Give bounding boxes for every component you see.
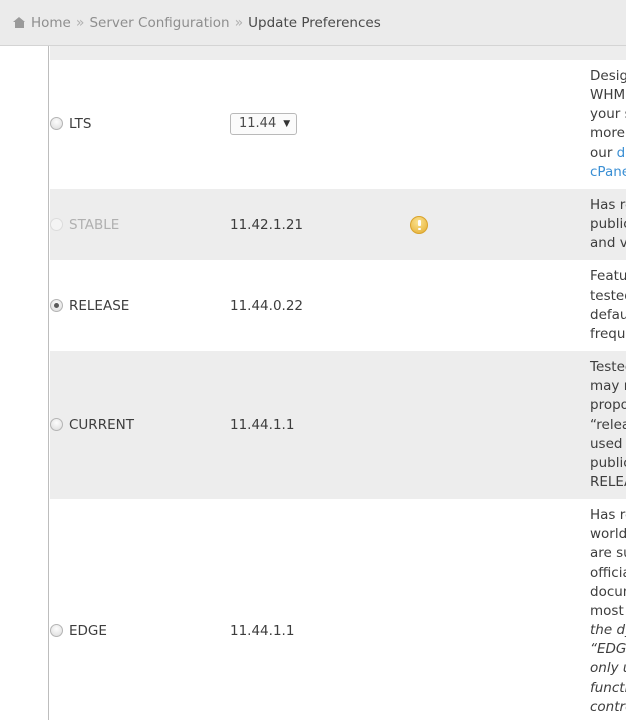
main-content: LTS 11.44 ▼ Designates a cPanel & WHM ver… [50,46,626,720]
chevron-down-icon: ▼ [283,119,291,130]
edge-radio-cell[interactable]: EDGE [50,499,230,720]
stable-warn-cell [410,189,590,260]
edge-desc-line-4: functionality testing in a controlled en… [590,679,626,720]
current-desc-line-3: RELEASE. [590,473,626,490]
breadcrumb-separator: » [75,14,85,31]
release-warn-cell [410,260,590,351]
lts-desc-line-1: Designates a cPanel & WHM version to run… [590,68,626,123]
edge-description: Has received little real-world testing. … [590,499,626,720]
current-desc-line-1: Tested and verified, but may not contain… [590,359,626,414]
release-desc-line-2: frequently than STABLE. [590,325,626,342]
stable-description: Has received considerable public exposur… [590,189,626,260]
table-spacer-row [50,46,626,60]
table-row-edge[interactable]: EDGE 11.44.1.1 Has received little real-… [50,499,626,720]
radio-edge[interactable] [50,623,63,637]
tier-label-lts: LTS [69,116,92,133]
table-row-current[interactable]: CURRENT 11.44.1.1 Tested and verified, b… [50,351,626,500]
breadcrumb-item-update-preferences: Update Preferences [248,14,381,31]
radio-current[interactable] [50,418,63,432]
breadcrumb-item-server-configuration[interactable]: Server Configuration [89,15,229,31]
release-description: Feature-complete and well tested. New in… [590,260,626,351]
lts-version-cell[interactable]: 11.44 ▼ [230,60,410,189]
edge-desc-line-2: official public documentation. Published… [590,564,626,619]
release-desc-line-1: Feature-complete and well tested. New in… [590,268,626,323]
stable-version-value: 11.42.1.21 [230,216,303,233]
current-version-cell: 11.44.1.1 [230,351,410,499]
radio-stable [50,217,63,231]
table-row-release[interactable]: RELEASE 11.44.0.22 Feature-complete and … [50,260,626,352]
tier-label-release: RELEASE [69,297,130,314]
current-radio-cell[interactable]: CURRENT [50,351,230,499]
edge-warn-cell [410,499,590,720]
release-version-value: 11.44.0.22 [230,297,303,314]
breadcrumb-separator: » [234,14,244,31]
radio-lts[interactable] [50,117,63,131]
warning-icon [410,215,428,234]
home-icon [13,17,26,28]
left-rail [0,46,49,720]
edge-desc-line-1: Has received little real-world testing. … [590,507,626,562]
tier-label-edge: EDGE [69,622,107,639]
stable-desc-line-1: Has received considerable public exposur… [590,196,626,252]
radio-release[interactable] [50,298,63,312]
release-radio-cell[interactable]: RELEASE [50,260,230,351]
current-warn-cell [410,351,590,499]
page-body: LTS 11.44 ▼ Designates a cPanel & WHM ver… [0,46,626,720]
current-description: Tested and verified, but may not contain… [590,351,626,499]
stable-radio-cell: STABLE [50,189,230,260]
lts-version-value: 11.44 [239,116,277,132]
breadcrumb-item-home[interactable]: Home [31,15,71,31]
update-tier-table: LTS 11.44 ▼ Designates a cPanel & WHM ver… [50,46,626,720]
edge-desc-line-3: the dynamic nature of “EDGE” builds, you… [590,622,626,677]
table-row-stable: STABLE 11.42.1.21 Has received considera… [50,188,626,261]
lts-warn-cell [410,60,590,189]
table-row-lts[interactable]: LTS 11.44 ▼ Designates a cPanel & WHM ver… [50,60,626,189]
lts-radio-cell[interactable]: LTS [50,60,230,189]
lts-version-select[interactable]: 11.44 ▼ [230,113,298,136]
edge-version-cell: 11.44.1.1 [230,499,410,720]
tier-label-current: CURRENT [69,417,134,434]
current-version-value: 11.44.1.1 [230,417,295,434]
edge-version-value: 11.44.1.1 [230,622,295,639]
release-version-cell: 11.44.0.22 [230,260,410,351]
tier-label-stable: STABLE [69,216,120,233]
current-desc-line-2: “release candidate” tier used under othe… [590,416,626,471]
breadcrumb: Home » Server Configuration » Update Pre… [0,0,626,46]
lts-description: Designates a cPanel & WHM version to run… [590,60,626,189]
stable-version-cell: 11.42.1.21 [230,189,410,260]
